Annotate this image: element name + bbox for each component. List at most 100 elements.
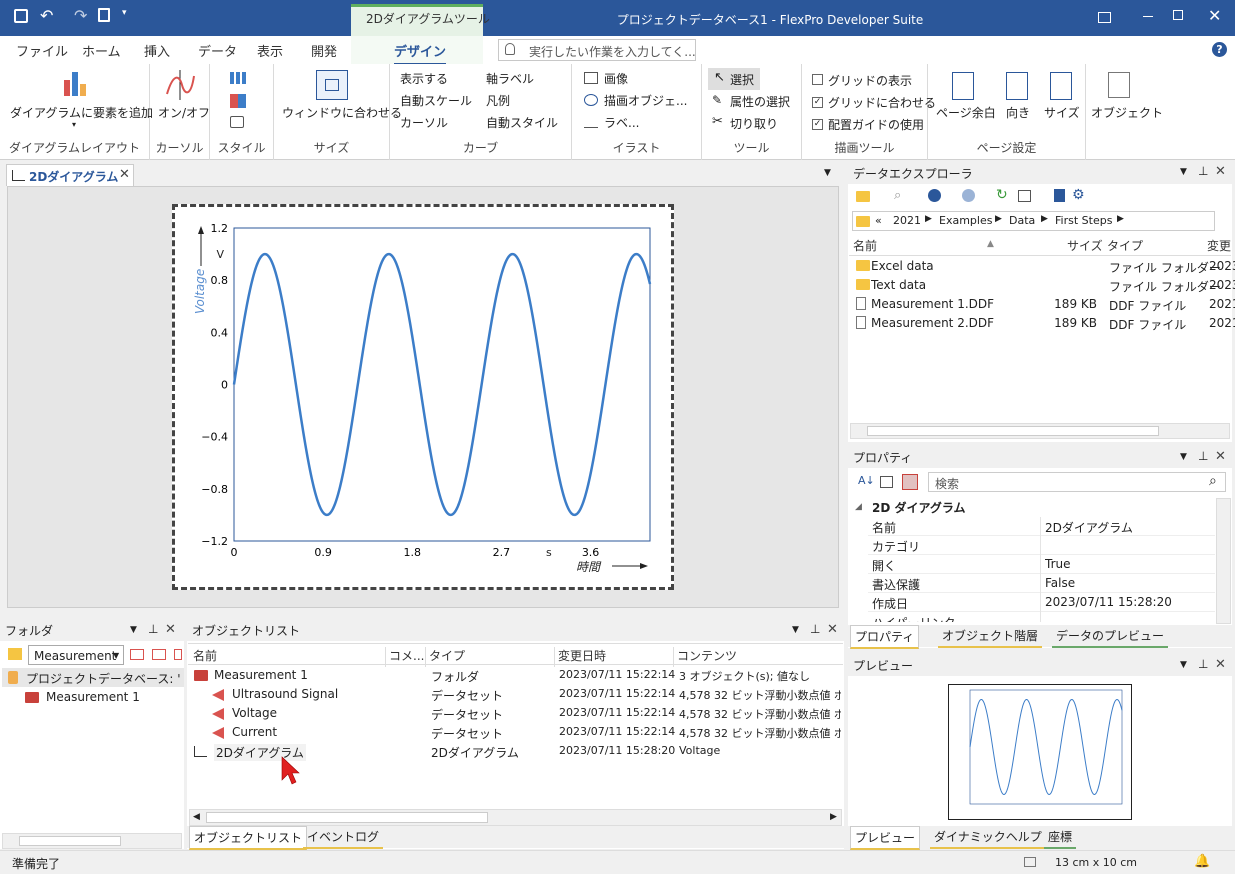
- folder-action1-icon[interactable]: [130, 649, 144, 660]
- properties-close-icon[interactable]: ✕: [1215, 449, 1226, 464]
- folder-up-icon[interactable]: [8, 648, 22, 660]
- objlist-col-type[interactable]: タイプ: [425, 647, 465, 667]
- preview-pin-icon[interactable]: ⊥: [1198, 657, 1208, 671]
- close-doc-tab-icon[interactable]: ✕: [119, 167, 130, 182]
- properties-vscroll[interactable]: [1216, 498, 1231, 624]
- curve-cursor-button[interactable]: カーソル: [400, 114, 448, 131]
- tab-insert[interactable]: 挿入: [144, 41, 170, 60]
- refresh-icon[interactable]: ↻: [996, 187, 1008, 203]
- doc-dropdown-icon[interactable]: ▼: [824, 168, 831, 178]
- objlist-col-content[interactable]: コンテンツ: [673, 647, 737, 667]
- snap-grid-checkbox[interactable]: ✓: [812, 97, 823, 108]
- notification-bell-icon[interactable]: 🔔: [1194, 854, 1210, 869]
- explorer-path-bar[interactable]: « 2021 ▶ Examples ▶ Data ▶ First Steps ▶: [852, 211, 1215, 231]
- folder-hscroll[interactable]: [2, 833, 182, 849]
- settings-gear-icon[interactable]: ⚙: [1072, 187, 1085, 203]
- tab-preview[interactable]: プレビュー: [850, 826, 921, 850]
- folder-nav-icon[interactable]: [856, 191, 870, 202]
- objlist-menu-icon[interactable]: ▼: [792, 625, 799, 635]
- add-element-button[interactable]: ダイアグラムに要素を追加: [10, 104, 153, 121]
- explorer-pin-icon[interactable]: ⊥: [1198, 164, 1208, 178]
- section-collapse-icon[interactable]: ◢: [855, 502, 862, 512]
- margins-button[interactable]: ページ余白: [936, 104, 996, 121]
- guides-checkbox[interactable]: ✓: [812, 119, 823, 130]
- tab-properties[interactable]: プロパティ: [850, 625, 920, 649]
- scroll-right-icon[interactable]: ▶: [830, 812, 837, 822]
- path-2021[interactable]: 2021: [893, 214, 921, 227]
- explorer-menu-icon[interactable]: ▼: [1180, 167, 1187, 177]
- list-view-icon[interactable]: [1018, 190, 1031, 202]
- tab-dynamic-help[interactable]: ダイナミックヘルプ: [930, 826, 1046, 849]
- forward-icon[interactable]: [962, 189, 975, 202]
- style-color-icon[interactable]: [230, 94, 246, 108]
- label-button[interactable]: ラベ...: [604, 114, 639, 131]
- view-icon[interactable]: ⌕: [894, 188, 901, 203]
- tab-design[interactable]: デザイン: [394, 41, 447, 66]
- tree-item-root[interactable]: プロジェクトデータベース: 'プロジェ: [2, 668, 184, 687]
- curve-legend-button[interactable]: 凡例: [486, 92, 510, 109]
- scroll-left-icon[interactable]: ◀: [193, 812, 200, 822]
- explorer-hscroll[interactable]: [850, 423, 1230, 439]
- tab-event-log[interactable]: イベントログ: [303, 826, 384, 849]
- objlist-pin-icon[interactable]: ⊥: [810, 622, 820, 636]
- property-row[interactable]: カテゴリ: [868, 536, 1215, 555]
- document-tab[interactable]: 2Dダイアグラム ✕: [6, 164, 134, 186]
- explorer-row[interactable]: Excel data ファイル フォルダー 2023: [849, 257, 1235, 276]
- table-row[interactable]: Current データセット 2023/07/11 15:22:14 4,578…: [188, 723, 843, 742]
- folder-combo[interactable]: Measurement ▼: [28, 645, 124, 665]
- save-icon[interactable]: [14, 9, 28, 23]
- select-button[interactable]: 選択: [730, 71, 754, 88]
- object-button[interactable]: オブジェクト: [1091, 104, 1163, 121]
- property-row[interactable]: 開く True: [868, 555, 1215, 574]
- objlist-close-icon[interactable]: ✕: [827, 622, 838, 637]
- explorer-row[interactable]: Measurement 2.DDF 189 KB DDF ファイル 2021: [849, 314, 1235, 333]
- tab-data-preview[interactable]: データのプレビュー: [1052, 625, 1169, 648]
- col-type[interactable]: タイプ: [1107, 237, 1143, 254]
- path-examples[interactable]: Examples: [939, 214, 992, 227]
- explorer-row[interactable]: Text data ファイル フォルダー 2023: [849, 276, 1235, 295]
- path-data[interactable]: Data: [1009, 214, 1035, 227]
- tab-file[interactable]: ファイル: [16, 41, 68, 60]
- categorize-icon[interactable]: [880, 476, 893, 488]
- path-first-steps[interactable]: First Steps: [1055, 214, 1112, 227]
- property-row[interactable]: 名前 2Dダイアグラム: [868, 517, 1215, 536]
- tell-me-box[interactable]: 実行したい作業を入力してく...: [498, 39, 696, 61]
- property-row[interactable]: 作成日 2023/07/11 15:28:20: [868, 593, 1215, 612]
- orientation-button[interactable]: 向き: [1006, 104, 1030, 121]
- col-name[interactable]: 名前: [853, 237, 877, 254]
- curve-axislabel-button[interactable]: 軸ラベル: [486, 70, 534, 87]
- curve-show-button[interactable]: 表示する: [400, 70, 448, 87]
- tab-coordinates[interactable]: 座標: [1044, 826, 1077, 849]
- curve-autostyle-button[interactable]: 自動スタイル: [486, 114, 558, 131]
- close-window-button[interactable]: ✕: [1208, 6, 1221, 25]
- property-row[interactable]: ハイパーリンク: [868, 612, 1215, 622]
- objlist-col-name[interactable]: 名前: [193, 647, 217, 664]
- draw-object-button[interactable]: 描画オブジェ...: [604, 92, 687, 109]
- objlist-col-comment[interactable]: コメ...: [385, 647, 424, 667]
- objlist-col-date[interactable]: 変更日時: [554, 647, 606, 667]
- pagesize-button[interactable]: サイズ: [1044, 104, 1080, 121]
- folder-action3-icon[interactable]: [174, 649, 182, 660]
- table-row[interactable]: Measurement 1 フォルダ 2023/07/11 15:22:14 3…: [188, 666, 843, 685]
- table-row[interactable]: Voltage データセット 2023/07/11 15:22:14 4,578…: [188, 704, 843, 723]
- back-icon[interactable]: [928, 189, 941, 202]
- table-row[interactable]: Ultrasound Signal データセット 2023/07/11 15:2…: [188, 685, 843, 704]
- customize-icon[interactable]: [98, 8, 110, 22]
- tab-view[interactable]: 表示: [257, 41, 283, 60]
- ribbon-display-icon[interactable]: [1098, 12, 1111, 23]
- qat-menu-icon[interactable]: ▾: [122, 8, 127, 18]
- maximize-button[interactable]: [1173, 10, 1183, 20]
- folder-pin-icon[interactable]: ⊥: [148, 622, 158, 636]
- image-button[interactable]: 画像: [604, 70, 628, 87]
- properties-menu-icon[interactable]: ▼: [1180, 452, 1187, 462]
- col-size[interactable]: サイズ: [1067, 237, 1103, 254]
- preview-close-icon[interactable]: ✕: [1215, 657, 1226, 672]
- tree-item-measurement[interactable]: Measurement 1: [20, 688, 184, 707]
- tab-object-hierarchy[interactable]: オブジェクト階層: [938, 625, 1043, 648]
- preview-menu-icon[interactable]: ▼: [1180, 660, 1187, 670]
- folder-menu-icon[interactable]: ▼: [130, 625, 137, 635]
- tab-object-list[interactable]: オブジェクトリスト: [189, 826, 308, 850]
- style-bars-icon[interactable]: [230, 72, 246, 84]
- tab-develop[interactable]: 開発: [311, 41, 337, 60]
- curve-autoscale-button[interactable]: 自動スケール: [400, 92, 472, 109]
